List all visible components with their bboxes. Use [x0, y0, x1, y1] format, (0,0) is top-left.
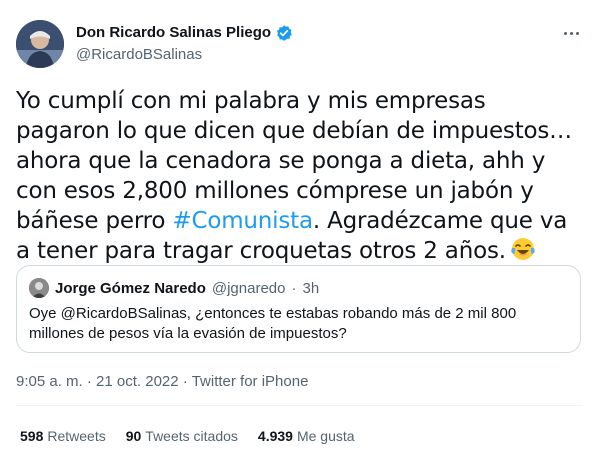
- divider: [16, 405, 583, 406]
- tweet-text: Yo cumplí con mi palabra y mis empresas …: [16, 86, 586, 266]
- tweet-stats: 598 Retweets 90 Tweets citados 4.939 Me gus…: [20, 428, 355, 444]
- tweet-card: Don Ricardo Salinas Pliego @RicardoBSali…: [0, 0, 599, 463]
- quoted-author-avatar: [29, 278, 49, 298]
- tweet-date[interactable]: 21 oct. 2022: [96, 373, 179, 390]
- quoted-timestamp: 3h: [302, 279, 320, 297]
- quotes-stat[interactable]: 90 Tweets citados: [126, 428, 238, 444]
- author-avatar[interactable]: [16, 20, 64, 68]
- quoted-author-name: Jorge Gómez Naredo: [55, 279, 206, 297]
- quoted-tweet-header: Jorge Gómez Naredo @jgnaredo · 3h: [29, 278, 319, 298]
- author-display-name[interactable]: Don Ricardo Salinas Pliego: [76, 24, 271, 42]
- quotes-label: Tweets citados: [145, 428, 238, 444]
- quotes-count: 90: [125, 428, 142, 444]
- meta-separator: ·: [86, 373, 92, 390]
- likes-label: Me gusta: [296, 428, 355, 444]
- retweets-label: Retweets: [47, 428, 106, 444]
- quoted-meta-separator: ·: [291, 279, 297, 297]
- retweets-count: 598: [20, 428, 44, 444]
- quoted-tweet-text: Oye @RicardoBSalinas, ¿entonces te estab…: [29, 305, 517, 342]
- quoted-tweet[interactable]: Jorge Gómez Naredo @jgnaredo · 3h Oye @R…: [16, 265, 581, 353]
- tweet-source[interactable]: Twitter for iPhone: [192, 373, 309, 390]
- verified-badge-icon: [275, 24, 293, 42]
- meta-separator: ·: [182, 373, 188, 390]
- hashtag-link[interactable]: #Comunista: [172, 208, 313, 234]
- author-name-row: Don Ricardo Salinas Pliego: [76, 24, 293, 42]
- quoted-author-handle: @jgnaredo: [211, 279, 286, 297]
- tweet-time[interactable]: 9:05 a. m.: [16, 373, 83, 390]
- retweets-stat[interactable]: 598 Retweets: [20, 428, 106, 444]
- more-options-icon[interactable]: [559, 24, 583, 42]
- likes-count: 4.939: [257, 428, 293, 444]
- author-handle[interactable]: @RicardoBSalinas: [76, 46, 202, 64]
- likes-stat[interactable]: 4.939 Me gusta: [258, 428, 355, 444]
- tweet-meta: 9:05 a. m. · 21 oct. 2022 · Twitter for …: [16, 373, 308, 390]
- laughing-tears-emoji-icon: [510, 236, 536, 262]
